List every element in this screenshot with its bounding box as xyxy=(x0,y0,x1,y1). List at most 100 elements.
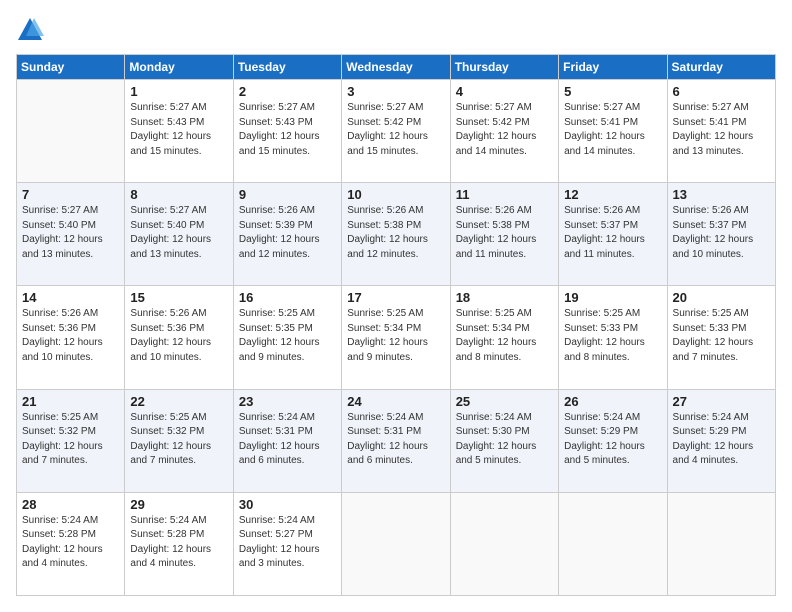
sunset-text: Sunset: 5:30 PM xyxy=(456,426,530,437)
sunrise-text: Sunrise: 5:24 AM xyxy=(239,515,315,526)
daylight-text: Daylight: 12 hours and 12 minutes. xyxy=(239,234,320,260)
day-number: 8 xyxy=(130,187,227,202)
daylight-text: Daylight: 12 hours and 15 minutes. xyxy=(130,131,211,157)
sunset-text: Sunset: 5:40 PM xyxy=(130,220,204,231)
sunset-text: Sunset: 5:29 PM xyxy=(564,426,638,437)
sunrise-text: Sunrise: 5:25 AM xyxy=(564,308,640,319)
sunset-text: Sunset: 5:43 PM xyxy=(239,117,313,128)
sunset-text: Sunset: 5:29 PM xyxy=(673,426,747,437)
sunset-text: Sunset: 5:39 PM xyxy=(239,220,313,231)
sunset-text: Sunset: 5:34 PM xyxy=(347,323,421,334)
day-header-row: SundayMondayTuesdayWednesdayThursdayFrid… xyxy=(17,55,776,80)
sunrise-text: Sunrise: 5:26 AM xyxy=(564,205,640,216)
day-info: Sunrise: 5:26 AMSunset: 5:36 PMDaylight:… xyxy=(22,307,119,365)
daylight-text: Daylight: 12 hours and 5 minutes. xyxy=(456,441,537,467)
daylight-text: Daylight: 12 hours and 6 minutes. xyxy=(239,441,320,467)
daylight-text: Daylight: 12 hours and 7 minutes. xyxy=(22,441,103,467)
calendar-cell: 30Sunrise: 5:24 AMSunset: 5:27 PMDayligh… xyxy=(233,492,341,595)
sunset-text: Sunset: 5:28 PM xyxy=(22,529,96,540)
sunrise-text: Sunrise: 5:25 AM xyxy=(239,308,315,319)
sunset-text: Sunset: 5:27 PM xyxy=(239,529,313,540)
daylight-text: Daylight: 12 hours and 5 minutes. xyxy=(564,441,645,467)
logo-icon xyxy=(16,16,44,44)
week-row: 7 Sunrise: 5:27 AM Sunset: 5:40 PM Daylight… xyxy=(17,183,776,286)
daylight-text: Daylight: 12 hours and 11 minutes. xyxy=(564,234,645,260)
day-header-monday: Monday xyxy=(125,55,233,80)
calendar-cell: 15Sunrise: 5:26 AMSunset: 5:36 PMDayligh… xyxy=(125,286,233,389)
sunrise-text: Sunrise: 5:25 AM xyxy=(130,412,206,423)
calendar-cell: 18 Sunrise: 5:25 AMSunset: 5:34 PMDayligh… xyxy=(450,286,558,389)
sunset-text: Sunset: 5:43 PM xyxy=(130,117,204,128)
calendar-cell: 21Sunrise: 5:25 AMSunset: 5:32 PMDayligh… xyxy=(17,389,125,492)
day-info: Sunrise: 5:24 AMSunset: 5:30 PMDaylight:… xyxy=(456,411,553,469)
daylight-text: Daylight: 12 hours and 4 minutes. xyxy=(130,544,211,570)
calendar-cell xyxy=(450,492,558,595)
day-info: Sunrise: 5:26 AMSunset: 5:38 PMDaylight:… xyxy=(456,204,553,262)
calendar-cell: 17Sunrise: 5:25 AMSunset: 5:34 PMDayligh… xyxy=(342,286,450,389)
day-info: Sunrise: 5:27 AMSunset: 5:42 PMDaylight:… xyxy=(347,101,444,159)
day-number: 4 xyxy=(456,84,553,99)
calendar-cell: 10Sunrise: 5:26 AMSunset: 5:38 PMDayligh… xyxy=(342,183,450,286)
day-number: 18 xyxy=(456,290,553,305)
day-number: 10 xyxy=(347,187,444,202)
daylight-text: Daylight: 12 hours and 7 minutes. xyxy=(130,441,211,467)
calendar-cell xyxy=(342,492,450,595)
calendar-cell: 27Sunrise: 5:24 AMSunset: 5:29 PMDayligh… xyxy=(667,389,775,492)
sunset-text: Sunset: 5:35 PM xyxy=(239,323,313,334)
sunrise-text: Sunrise: 5:26 AM xyxy=(22,308,98,319)
daylight-text: Daylight: 12 hours and 6 minutes. xyxy=(347,441,428,467)
calendar-cell: 22Sunrise: 5:25 AMSunset: 5:32 PMDayligh… xyxy=(125,389,233,492)
sunrise-text: Sunrise: 5:27 AM xyxy=(22,205,98,216)
sunrise-text: Sunrise: 5:27 AM xyxy=(673,102,749,113)
day-number: 7 xyxy=(22,187,119,202)
sunrise-text: Sunrise: 5:27 AM xyxy=(456,102,532,113)
sunrise-text: Sunrise: 5:24 AM xyxy=(22,515,98,526)
day-info: Sunrise: 5:24 AMSunset: 5:28 PMDaylight:… xyxy=(130,514,227,572)
day-number: 3 xyxy=(347,84,444,99)
day-number: 14 xyxy=(22,290,119,305)
daylight-text: Daylight: 12 hours and 8 minutes. xyxy=(456,337,537,363)
daylight-text: Daylight: 12 hours and 15 minutes. xyxy=(347,131,428,157)
day-info: Sunrise: 5:25 AM Sunset: 5:34 PM Daylight:… xyxy=(347,307,444,365)
week-row: 14 Sunrise: 5:26 AMSunset: 5:36 PMDayligh… xyxy=(17,286,776,389)
day-info: Sunrise: 5:26 AMSunset: 5:39 PMDaylight:… xyxy=(239,204,336,262)
day-info: Sunrise: 5:27 AMSunset: 5:41 PMDaylight:… xyxy=(673,101,770,159)
day-info: Sunrise: 5:24 AMSunset: 5:31 PMDaylight:… xyxy=(347,411,444,469)
sunrise-text: Sunrise: 5:24 AM xyxy=(673,412,749,423)
sunset-text: Sunset: 5:37 PM xyxy=(673,220,747,231)
day-info: Sunrise: 5:24 AMSunset: 5:28 PMDaylight:… xyxy=(22,514,119,572)
header xyxy=(16,16,776,44)
day-info: Sunrise: 5:25 AMSunset: 5:35 PMDaylight:… xyxy=(239,307,336,365)
sunrise-text: Sunrise: 5:26 AM xyxy=(456,205,532,216)
day-info: Sunrise: 5:26 AMSunset: 5:37 PMDaylight:… xyxy=(673,204,770,262)
calendar-cell: 19Sunrise: 5:25 AMSunset: 5:33 PMDayligh… xyxy=(559,286,667,389)
day-number: 27 xyxy=(673,394,770,409)
sunrise-text: Sunrise: 5:27 AM xyxy=(564,102,640,113)
sunrise-text: Sunrise: 5:27 AM xyxy=(239,102,315,113)
daylight-text: Daylight: 12 hours and 13 minutes. xyxy=(130,234,211,260)
sunrise-text: Sunrise: 5:25 AM xyxy=(347,308,423,319)
calendar-cell: 3 Sunrise: 5:27 AMSunset: 5:42 PMDaylight… xyxy=(342,80,450,183)
page: SundayMondayTuesdayWednesdayThursdayFrid… xyxy=(0,0,792,612)
day-info: Sunrise: 5:25 AMSunset: 5:34 PMDaylight:… xyxy=(456,307,553,365)
day-info: Sunrise: 5:27 AMSunset: 5:42 PMDaylight:… xyxy=(456,101,553,159)
daylight-text: Daylight: 12 hours and 12 minutes. xyxy=(347,234,428,260)
calendar-cell: 24Sunrise: 5:24 AMSunset: 5:31 PMDayligh… xyxy=(342,389,450,492)
calendar-cell: 2Sunrise: 5:27 AMSunset: 5:43 PMDaylight… xyxy=(233,80,341,183)
calendar-cell: 26Sunrise: 5:24 AMSunset: 5:29 PMDayligh… xyxy=(559,389,667,492)
day-number: 13 xyxy=(673,187,770,202)
sunrise-text: Sunrise: 5:25 AM xyxy=(456,308,532,319)
daylight-text: Daylight: 12 hours and 10 minutes. xyxy=(130,337,211,363)
day-number: 30 xyxy=(239,497,336,512)
calendar-cell: 29Sunrise: 5:24 AMSunset: 5:28 PMDayligh… xyxy=(125,492,233,595)
sunset-text: Sunset: 5:40 PM xyxy=(22,220,96,231)
day-number: 26 xyxy=(564,394,661,409)
daylight-text: Daylight: 12 hours and 7 minutes. xyxy=(673,337,754,363)
day-number: 23 xyxy=(239,394,336,409)
day-info: Sunrise: 5:27 AMSunset: 5:41 PMDaylight:… xyxy=(564,101,661,159)
calendar-cell: 28Sunrise: 5:24 AMSunset: 5:28 PMDayligh… xyxy=(17,492,125,595)
daylight-text: Daylight: 12 hours and 9 minutes. xyxy=(347,337,428,363)
calendar-cell xyxy=(667,492,775,595)
sunset-text: Sunset: 5:38 PM xyxy=(347,220,421,231)
day-number: 11 xyxy=(456,187,553,202)
